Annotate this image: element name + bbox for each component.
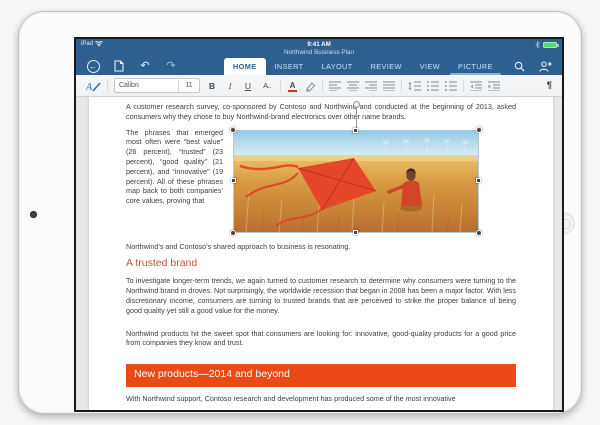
resize-handle-n[interactable] (353, 128, 358, 133)
bluetooth-icon (535, 41, 540, 48)
font-size-input[interactable]: 11 (179, 82, 199, 89)
indent-button[interactable] (488, 81, 500, 91)
section-heading[interactable]: A trusted brand (126, 257, 516, 270)
paragraph[interactable]: The phrases that emerged most often were… (126, 128, 223, 206)
font-color-button[interactable]: A (287, 81, 298, 90)
numbered-list-icon (445, 81, 457, 91)
align-center-icon (347, 81, 359, 91)
paragraph[interactable]: With Northwind support, Contoso research… (126, 394, 516, 404)
paragraph[interactable]: Northwind’s and Contoso’s shared approac… (126, 242, 516, 252)
ipad-device-frame: iPad 9:41 AM Northwind Business Plan ← (18, 11, 582, 414)
document-page[interactable]: A customer research survey, co-sponsored… (89, 97, 553, 412)
person-add-icon (539, 61, 552, 72)
paragraph-marks-button[interactable]: ¶ (547, 80, 552, 91)
resize-handle-e[interactable] (476, 178, 481, 183)
document-title: Northwind Business Plan (76, 49, 562, 58)
tab-layout[interactable]: LAYOUT (313, 58, 362, 75)
clock: 9:41 AM (76, 41, 562, 48)
format-painter-button[interactable]: A (86, 80, 101, 92)
font-name-input[interactable]: Calibri (115, 82, 178, 89)
rotate-handle[interactable] (353, 101, 360, 108)
back-button[interactable]: ← (86, 59, 100, 73)
svg-text:A: A (86, 82, 93, 92)
kite-photo[interactable] (233, 130, 479, 233)
text-styles-button[interactable]: A.. (260, 81, 274, 90)
document-area: A customer research survey, co-sponsored… (76, 97, 562, 412)
justify-button[interactable] (383, 81, 395, 91)
formatting-toolbar: A Calibri 11 B I U A.. A (76, 75, 562, 97)
highlighter-button[interactable] (304, 80, 316, 92)
italic-button[interactable]: I (224, 81, 236, 91)
ribbon-tabs: HOME INSERT LAYOUT REVIEW VIEW PICTURE (224, 58, 502, 75)
tab-review[interactable]: REVIEW (362, 58, 411, 75)
resize-handle-s[interactable] (353, 230, 358, 235)
resize-handle-sw[interactable] (230, 230, 236, 236)
bullet-list-icon (427, 81, 439, 91)
resize-handle-se[interactable] (476, 230, 482, 236)
align-left-button[interactable] (329, 81, 341, 91)
tab-bar: ← ↶ ↷ HOME INSERT LAYOUT REVIEW V (76, 58, 562, 75)
paragraph[interactable]: A customer research survey, co-sponsored… (126, 102, 516, 122)
indent-icon (488, 81, 500, 91)
highlighter-icon (304, 80, 316, 92)
tab-home[interactable]: HOME (224, 58, 266, 75)
search-icon (514, 61, 525, 72)
divider (463, 79, 464, 92)
font-box: Calibri 11 (114, 78, 200, 93)
status-bar: iPad 9:41 AM (76, 39, 562, 49)
front-camera (30, 211, 37, 218)
tab-picture[interactable]: PICTURE (449, 58, 502, 75)
underline-button[interactable]: U (242, 81, 254, 91)
align-center-button[interactable] (347, 81, 359, 91)
align-right-button[interactable] (365, 81, 377, 91)
divider (322, 79, 323, 92)
paragraph[interactable]: To investigate longer-term trends, we ag… (126, 276, 516, 315)
line-spacing-button[interactable] (408, 81, 421, 91)
divider (107, 79, 108, 92)
tab-insert[interactable]: INSERT (266, 58, 313, 75)
justify-icon (383, 81, 395, 91)
wrap-section: The phrases that emerged most often were… (126, 128, 516, 240)
redo-button[interactable]: ↷ (164, 59, 178, 73)
line-spacing-icon (408, 81, 421, 91)
align-left-icon (329, 81, 341, 91)
new-file-button[interactable] (112, 59, 126, 73)
undo-button[interactable]: ↶ (138, 59, 152, 73)
file-icon (114, 60, 124, 72)
bullets-button[interactable] (427, 81, 439, 91)
banner-heading[interactable]: New products—2014 and beyond (126, 364, 516, 387)
align-right-icon (365, 81, 377, 91)
share-people-button[interactable] (538, 59, 552, 73)
format-painter-icon: A (86, 80, 101, 92)
divider (401, 79, 402, 92)
resize-handle-ne[interactable] (476, 127, 482, 133)
outdent-icon (470, 81, 482, 91)
bold-button[interactable]: B (206, 81, 218, 91)
app-header: iPad 9:41 AM Northwind Business Plan ← (76, 39, 562, 75)
resize-handle-nw[interactable] (230, 127, 236, 133)
tab-view[interactable]: VIEW (411, 58, 449, 75)
outdent-button[interactable] (470, 81, 482, 91)
paragraph[interactable]: Northwind products hit the sweet spot th… (126, 329, 516, 349)
battery-icon (543, 42, 557, 48)
divider (280, 79, 281, 92)
numbering-button[interactable] (445, 81, 457, 91)
resize-handle-w[interactable] (231, 178, 236, 183)
search-button[interactable] (512, 59, 526, 73)
screen: iPad 9:41 AM Northwind Business Plan ← (74, 37, 564, 412)
